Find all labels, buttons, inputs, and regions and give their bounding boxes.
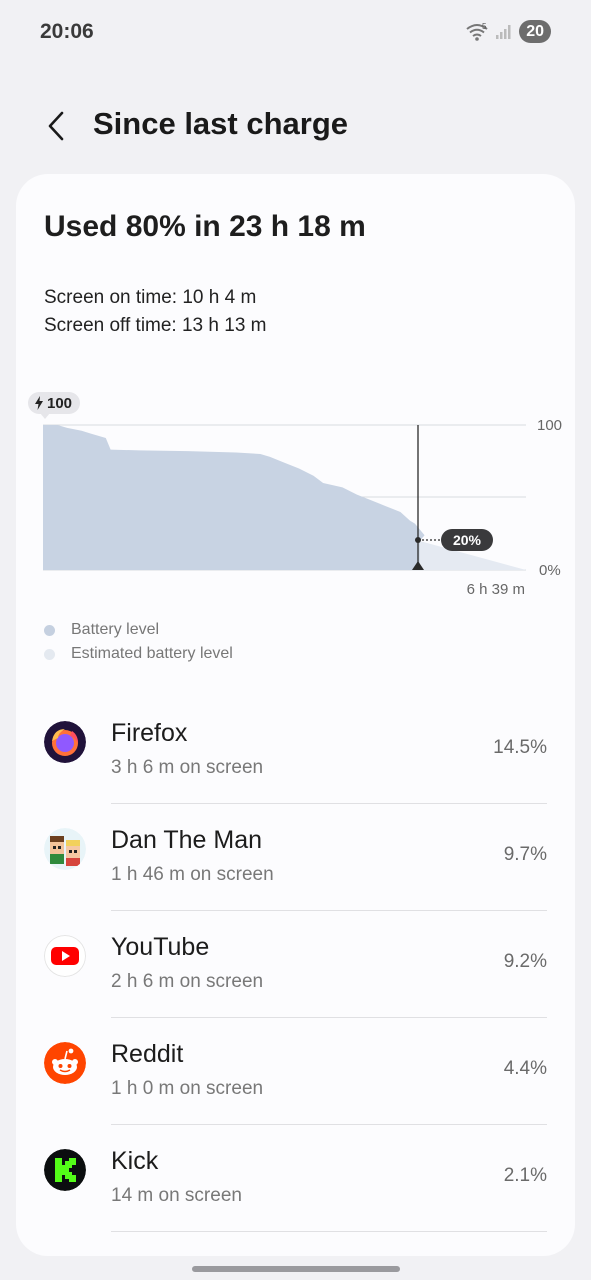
app-row-dan-the-man[interactable]: Dan The Man 1 h 46 m on screen 9.7%	[16, 804, 575, 911]
bolt-icon	[35, 396, 43, 410]
app-usage-list: Firefox 3 h 6 m on screen 14.5% Dan The …	[16, 697, 575, 1232]
current-level-label: 20%	[453, 532, 482, 548]
app-usage-percent: 2.1%	[503, 1165, 547, 1186]
y-axis-max-label: 100	[537, 417, 562, 434]
now-marker-dot	[415, 537, 421, 543]
charge-start-badge: 100	[28, 392, 81, 419]
kick-icon	[44, 1149, 86, 1191]
charge-start-value: 100	[47, 394, 73, 412]
app-screen-time: 1 h 46 m on screen	[111, 864, 274, 885]
legend-label: Estimated battery level	[71, 645, 233, 662]
dan-the-man-icon	[44, 828, 86, 870]
app-screen-time: 14 m on screen	[111, 1185, 242, 1206]
app-row-youtube[interactable]: YouTube 2 h 6 m on screen 9.2%	[16, 911, 575, 1018]
network-gen-label: 5	[482, 22, 487, 31]
signal-icon	[496, 24, 511, 39]
app-name: Reddit	[111, 1040, 184, 1068]
screen-off-time: Screen off time: 13 h 13 m	[44, 315, 267, 336]
legend-item-estimated: Estimated battery level	[44, 642, 233, 666]
chart-legend: Battery level Estimated battery level	[44, 618, 233, 666]
legend-dot-battery	[44, 624, 55, 636]
youtube-icon	[44, 935, 86, 977]
battery-chart[interactable]: 100 20% 100 0% 6 h 39 m	[16, 384, 575, 604]
screen-on-time: Screen on time: 10 h 4 m	[44, 287, 257, 308]
status-bar: 20:06 5 20	[0, 0, 591, 66]
app-usage-percent: 9.2%	[503, 951, 547, 972]
reddit-icon	[44, 1042, 86, 1084]
back-button[interactable]	[36, 104, 76, 148]
status-icons: 5 20	[465, 20, 551, 43]
app-screen-time: 2 h 6 m on screen	[111, 971, 264, 992]
x-axis-time-label: 6 h 39 m	[467, 581, 525, 598]
app-usage-percent: 9.7%	[503, 844, 547, 865]
battery-indicator: 20	[519, 20, 551, 43]
app-usage-percent: 14.5%	[493, 737, 547, 758]
y-axis-min-label: 0%	[539, 562, 561, 579]
screen-time-info: Screen on time: 10 h 4 m Screen off time…	[44, 284, 267, 340]
app-row-reddit[interactable]: Reddit 1 h 0 m on screen 4.4%	[16, 1018, 575, 1125]
header: Since last charge	[0, 96, 591, 156]
divider	[111, 1231, 547, 1232]
wifi-icon: 5	[466, 22, 488, 41]
app-name: YouTube	[111, 933, 210, 961]
app-name: Dan The Man	[111, 826, 263, 854]
app-usage-percent: 4.4%	[503, 1058, 547, 1079]
app-row-kick[interactable]: Kick 14 m on screen 2.1%	[16, 1125, 575, 1232]
battery-usage-card: Used 80% in 23 h 18 m Screen on time: 10…	[16, 174, 575, 1256]
page-title: Since last charge	[93, 106, 349, 141]
legend-item-battery: Battery level	[44, 618, 233, 642]
app-name: Firefox	[111, 719, 188, 747]
usage-headline: Used 80% in 23 h 18 m	[44, 210, 366, 243]
chart-plot: 20% 100 0% 6 h 39 m	[43, 417, 562, 598]
app-screen-time: 3 h 6 m on screen	[111, 757, 264, 778]
back-arrow-icon	[48, 111, 64, 141]
app-name: Kick	[111, 1147, 159, 1175]
firefox-icon	[44, 721, 86, 763]
legend-label: Battery level	[71, 621, 160, 638]
app-row-firefox[interactable]: Firefox 3 h 6 m on screen 14.5%	[16, 697, 575, 804]
status-time: 20:06	[40, 20, 94, 43]
legend-dot-estimated	[44, 648, 55, 660]
home-indicator[interactable]	[192, 1266, 400, 1272]
app-screen-time: 1 h 0 m on screen	[111, 1078, 264, 1099]
